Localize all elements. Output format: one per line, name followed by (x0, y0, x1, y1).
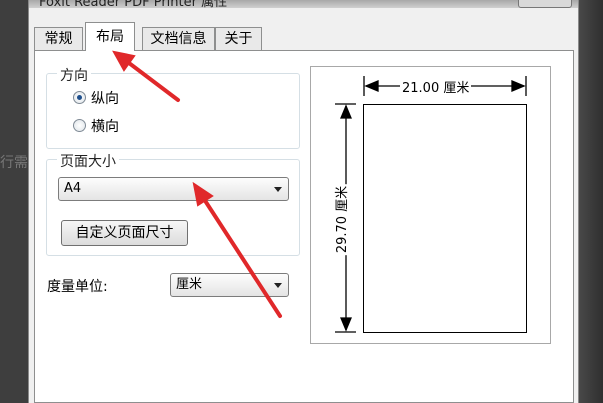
portrait-option[interactable]: 纵向 (73, 90, 119, 108)
page-size-value: A4 (64, 181, 82, 196)
portrait-label: 纵向 (91, 91, 119, 107)
tab-document-info[interactable]: 文档信息 (142, 27, 215, 50)
background-text: 行需 (0, 155, 28, 171)
tab-general[interactable]: 常规 (34, 27, 83, 50)
custom-page-size-button[interactable]: 自定义页面尺寸 (61, 220, 188, 246)
title-bar: Foxit Reader PDF Printer 属性 (29, 0, 578, 8)
unit-label: 度量单位: (47, 279, 108, 295)
landscape-label: 横向 (91, 119, 119, 135)
landscape-option[interactable]: 横向 (73, 118, 119, 136)
page-size-label: 页面大小 (57, 151, 119, 171)
landscape-radio[interactable] (73, 119, 86, 132)
height-dimension-label: 29.70 厘米 (331, 183, 351, 256)
background-right (577, 0, 603, 403)
chevron-down-icon (274, 187, 282, 192)
orientation-label: 方向 (57, 65, 91, 85)
tab-layout[interactable]: 布局 (85, 22, 135, 51)
window-title: Foxit Reader PDF Printer 属性 (39, 0, 228, 8)
width-dimension-label: 21.00 厘米 (400, 77, 472, 96)
portrait-radio[interactable] (73, 91, 86, 104)
paper-preview (363, 104, 527, 333)
page-size-select[interactable]: A4 (58, 177, 289, 201)
unit-select[interactable]: 厘米 (170, 273, 289, 297)
close-button[interactable] (518, 0, 572, 8)
unit-value: 厘米 (176, 277, 203, 292)
chevron-down-icon (274, 283, 282, 288)
tab-about[interactable]: 关于 (215, 27, 262, 50)
background-left: 行需 (0, 0, 28, 403)
